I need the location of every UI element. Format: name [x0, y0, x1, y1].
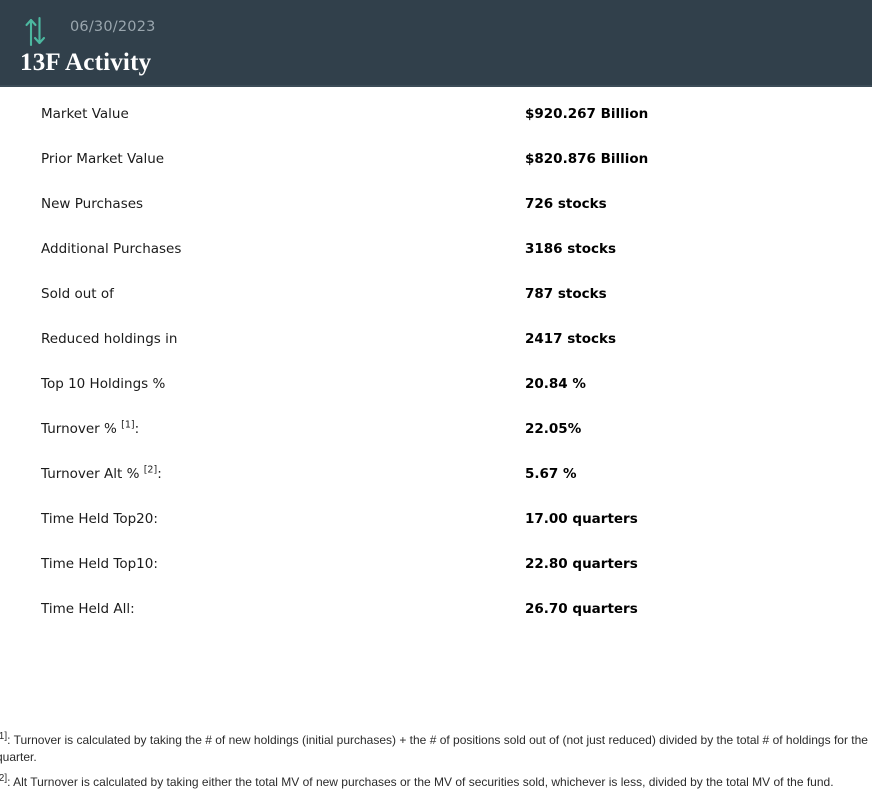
page-title: 13F Activity — [20, 49, 152, 76]
table-row: Turnover % [1]: 22.05% — [0, 402, 872, 447]
stat-label: Time Held Top20: — [41, 511, 158, 527]
table-row: Time Held Top10: 22.80 quarters — [0, 537, 872, 582]
footnote-ref-marker: [2] — [143, 464, 158, 476]
table-row: Sold out of 787 stocks — [0, 267, 872, 312]
footnote: [1]: Turnover is calculated by taking th… — [0, 732, 872, 765]
stat-label: Time Held All: — [41, 601, 135, 617]
stat-value: 17.00 quarters — [525, 511, 638, 527]
stat-value: $920.267 Billion — [525, 106, 649, 122]
activity-stats-table: Market Value $920.267 Billion Prior Market… — [0, 87, 872, 627]
page-header: 06/30/2023 13F Activity — [0, 0, 872, 87]
footnotes-section: [1]: Turnover is calculated by taking th… — [0, 732, 872, 800]
stat-label: Reduced holdings in — [41, 331, 178, 347]
stat-label: Turnover % [1]: — [41, 419, 140, 437]
stat-value: 5.67 % — [525, 466, 577, 482]
table-row: Time Held All: 26.70 quarters — [0, 582, 872, 627]
stat-value: 20.84 % — [525, 376, 586, 392]
stat-label: Time Held Top10: — [41, 556, 158, 572]
stat-value: 787 stocks — [525, 286, 607, 302]
table-row: Reduced holdings in 2417 stocks — [0, 312, 872, 357]
stat-label: Sold out of — [41, 286, 114, 302]
stat-value: 26.70 quarters — [525, 601, 638, 617]
table-row: Time Held Top20: 17.00 quarters — [0, 492, 872, 537]
stat-label: Top 10 Holdings % — [41, 376, 166, 392]
footnote-marker: [1] — [0, 731, 8, 742]
header-top-row: 06/30/2023 — [22, 14, 156, 48]
stat-value: 22.80 quarters — [525, 556, 638, 572]
footnote: [2]: Alt Turnover is calculated by takin… — [0, 774, 872, 791]
footnote-marker: [2] — [0, 773, 8, 784]
stat-value: $820.876 Billion — [525, 151, 649, 167]
stat-value: 726 stocks — [525, 196, 607, 212]
report-date: 06/30/2023 — [70, 18, 156, 35]
table-row: Additional Purchases 3186 stocks — [0, 222, 872, 267]
table-row: Market Value $920.267 Billion — [0, 87, 872, 132]
table-row: Top 10 Holdings % 20.84 % — [0, 357, 872, 402]
stat-value: 3186 stocks — [525, 241, 617, 257]
table-row: Prior Market Value $820.876 Billion — [0, 132, 872, 177]
stat-label: Prior Market Value — [41, 151, 165, 167]
stat-value: 22.05% — [525, 421, 582, 437]
table-row: Turnover Alt % [2]: 5.67 % — [0, 447, 872, 492]
stat-label: Market Value — [41, 106, 129, 122]
stat-label: Turnover Alt % [2]: — [41, 464, 162, 482]
stat-label: Additional Purchases — [41, 241, 182, 257]
table-row: New Purchases 726 stocks — [0, 177, 872, 222]
exchange-up-down-arrows-icon — [22, 14, 48, 48]
stat-label: New Purchases — [41, 196, 144, 212]
footnote-ref-marker: [1] — [121, 419, 135, 431]
stat-value: 2417 stocks — [525, 331, 617, 347]
